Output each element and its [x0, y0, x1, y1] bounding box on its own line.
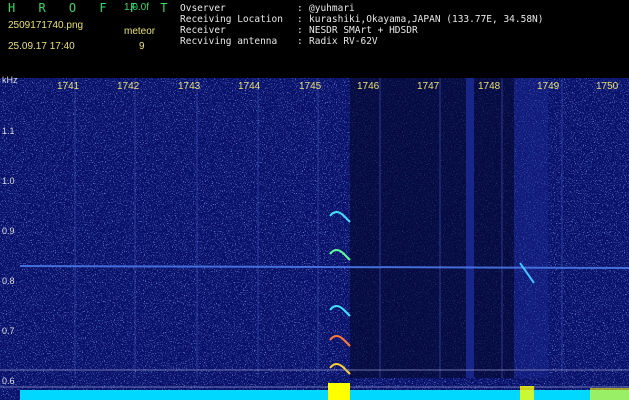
time-tick-label: 1750 [596, 81, 619, 92]
info-key: Receiver [180, 25, 226, 36]
vertical-band [514, 78, 548, 378]
station-info: Ovserver: @yuhmari Receiving Location: kur… [180, 3, 544, 47]
time-tick-label: 1747 [417, 81, 440, 92]
time-tick-label: 1743 [178, 81, 201, 92]
quiet-band [350, 78, 514, 378]
time-tick-label: 1749 [537, 81, 560, 92]
info-key: Receiving Location [180, 14, 283, 25]
info-row-antenna: Recviving antenna: Radix RV-62V [180, 36, 378, 47]
y-axis-unit: kHz [2, 75, 18, 85]
waterfall-canvas [0, 78, 629, 400]
app-version: 1.0.0f [124, 2, 150, 13]
time-tick-label: 1745 [299, 81, 322, 92]
time-tick-label: 1748 [478, 81, 501, 92]
y-tick-label: 1.1 [2, 126, 15, 136]
mode-label: meteor [124, 26, 156, 37]
time-tick-label: 1744 [238, 81, 261, 92]
file-name: 2509171740.png [8, 20, 84, 31]
time-tick-label: 1742 [117, 81, 140, 92]
time-tick-label: 1741 [57, 81, 80, 92]
meteor-peak-marker [328, 383, 350, 400]
meteor-peak-marker [520, 386, 534, 400]
y-tick-label: 0.7 [2, 326, 15, 336]
info-value: @yuhmari [309, 3, 355, 14]
info-key: Recviving antenna [180, 36, 278, 47]
y-tick-label: 0.8 [2, 276, 15, 286]
waterfall-plot [0, 78, 629, 400]
info-row-receiver: Receiver: NESDR SMArt + HDSDR [180, 25, 418, 36]
y-tick-label: 0.9 [2, 226, 15, 236]
time-tick-label: 1746 [357, 81, 380, 92]
date-time: 25.09.17 17:40 [8, 41, 75, 52]
y-tick-label: 0.6 [2, 376, 15, 386]
info-key: Ovserver [180, 3, 226, 14]
app-title: H R O F F T [8, 1, 176, 15]
header-bar: H R O F F T 1.0.0f 2509171740.png meteor… [0, 0, 629, 78]
signal-level-bar [20, 390, 629, 400]
info-row-location: Receiving Location: kurashiki,Okayama,JAP… [180, 14, 544, 25]
y-tick-label: 1.0 [2, 176, 15, 186]
info-row-observer: Ovserver: @yuhmari [180, 3, 355, 14]
info-value: Radix RV-62V [309, 36, 378, 47]
info-value: NESDR SMArt + HDSDR [309, 25, 418, 36]
meteor-count: 9 [139, 41, 145, 52]
info-value: kurashiki,Okayama,JAPAN (133.77E, 34.58N… [309, 14, 544, 25]
meteor-peak-marker [590, 388, 629, 400]
vertical-band [466, 78, 474, 378]
